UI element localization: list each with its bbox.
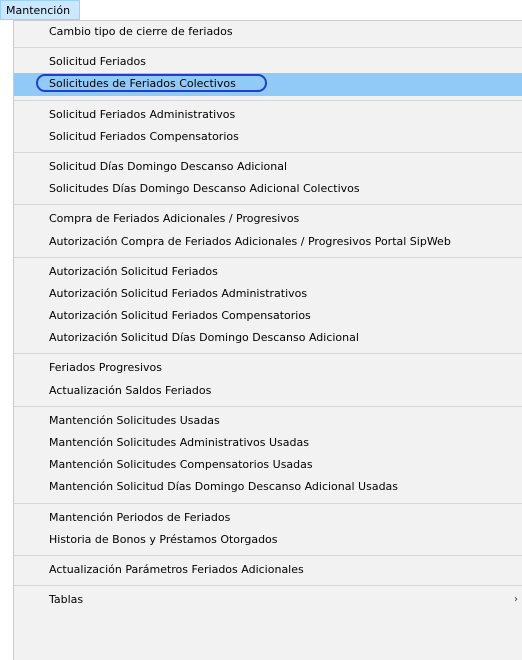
menu-item[interactable]: Solicitudes de Feriados Colectivos [14, 73, 522, 96]
menu-item[interactable]: Cambio tipo de cierre de feriados [14, 21, 522, 43]
menu-item-label: Mantención Solicitudes Compensatorios Us… [49, 458, 313, 472]
menu-item-label: Autorización Solicitud Feriados [49, 264, 218, 278]
menu-item[interactable]: Autorización Solicitud Feriados Administ… [14, 283, 522, 305]
menu-group: Solicitud Feriados Solicitudes de Feriado… [14, 51, 522, 96]
menu-separator [14, 353, 522, 355]
submenu-arrow-icon: › [514, 594, 518, 606]
menu-group: Mantención Periodos de Feriados Historia … [14, 507, 522, 551]
menu-item[interactable]: Mantención Solicitudes Usadas [14, 410, 522, 432]
menu-item[interactable]: Solicitud Feriados [14, 51, 522, 73]
menu-group: Autorización Solicitud Feriados Autorizac… [14, 261, 522, 350]
menu-group: Tablas › [14, 589, 522, 611]
menu-separator [14, 204, 522, 206]
menu-item[interactable]: Actualización Saldos Feriados [14, 380, 522, 402]
menu-item-label: Mantención Solicitudes Usadas [49, 413, 220, 427]
menu-item-label: Solicitud Feriados Compensatorios [49, 129, 239, 143]
menu-item-label: Solicitud Días Domingo Descanso Adiciona… [49, 159, 287, 173]
menu-item[interactable]: Historia de Bonos y Préstamos Otorgados [14, 529, 522, 551]
menu-item-label: Autorización Compra de Feriados Adiciona… [49, 234, 451, 248]
menu-item[interactable]: Autorización Solicitud Feriados Compensa… [14, 305, 522, 327]
menu-item-label: Solicitudes Días Domingo Descanso Adicio… [49, 182, 360, 196]
menu-group: Cambio tipo de cierre de feriados [14, 21, 522, 43]
menu-item-label: Autorización Solicitud Feriados Administ… [49, 286, 308, 300]
menu-separator [14, 585, 522, 587]
menu-item-label: Tablas [49, 593, 84, 607]
menu-item-label: Mantención Solicitudes Administrativos U… [49, 436, 309, 449]
menu-item-label: Mantención Periodos de Feriados [49, 510, 231, 524]
menu-item-label: Compra de Feriados Adicionales / Progres… [49, 212, 300, 226]
menu-item[interactable]: Mantención Solicitud Días Domingo Descan… [14, 476, 522, 498]
menu-item[interactable]: Mantención Periodos de Feriados [14, 507, 522, 529]
menu-item-label: Solicitud Feriados Administrativos [49, 107, 236, 121]
menu-item-label: Autorización Solicitud Feriados Compensa… [49, 309, 311, 323]
menu-item-label: Autorización Solicitud Días Domingo Desc… [49, 331, 359, 345]
menu-item-label: Historia de Bonos y Préstamos Otorgados [49, 532, 278, 546]
menu-item[interactable]: Autorización Solicitud Días Domingo Desc… [14, 327, 522, 349]
menu-item-label: Solicitud Feriados [49, 55, 146, 69]
menu-separator [14, 151, 522, 153]
menu-item-label: Actualización Parámetros Feriados Adicio… [49, 562, 304, 576]
menu-item[interactable]: Mantención Solicitudes Compensatorios Us… [14, 454, 522, 476]
menu-item-label: Mantención Solicitud Días Domingo Descan… [49, 480, 399, 494]
menu-item-label: Feriados Progresivos [49, 361, 162, 375]
menu-separator [14, 256, 522, 258]
menu-group: Feriados Progresivos Actualización Saldos… [14, 357, 522, 401]
menu-item[interactable]: Feriados Progresivos [14, 357, 522, 379]
menu-item[interactable]: Solicitudes Días Domingo Descanso Adicio… [14, 178, 522, 200]
menu-bar: Mantención [0, 0, 522, 20]
menu-item[interactable]: Mantención Solicitudes Administrativos U… [14, 432, 522, 454]
menu-group: Actualización Parámetros Feriados Adicio… [14, 559, 522, 581]
menu-group: Compra de Feriados Adicionales / Progres… [14, 208, 522, 252]
menu-separator [14, 99, 522, 101]
menu-item-label: Actualización Saldos Feriados [49, 383, 212, 397]
menu-separator [14, 554, 522, 556]
menu-item[interactable]: Autorización Solicitud Feriados [14, 261, 522, 283]
menu-item[interactable]: Autorización Compra de Feriados Adiciona… [14, 231, 522, 253]
menu-separator [14, 47, 522, 49]
dropdown-menu: Cambio tipo de cierre de feriados Solicit… [13, 20, 522, 660]
menu-group: Solicitud Días Domingo Descanso Adiciona… [14, 156, 522, 200]
menu-group: Mantención Solicitudes Usadas Mantención … [14, 410, 522, 499]
menu-item-label: Cambio tipo de cierre de feriados [49, 25, 233, 38]
menu-item[interactable]: Compra de Feriados Adicionales / Progres… [14, 208, 522, 230]
menu-item[interactable]: Solicitud Días Domingo Descanso Adiciona… [14, 156, 522, 178]
menu-item[interactable]: Solicitud Feriados Administrativos [14, 104, 522, 126]
menu-group: Solicitud Feriados Administrativos Solici… [14, 104, 522, 148]
menu-item[interactable]: Actualización Parámetros Feriados Adicio… [14, 559, 522, 581]
menu-separator [14, 502, 522, 504]
menu-mantencion[interactable]: Mantención [0, 0, 81, 20]
menu-item[interactable]: Tablas › [14, 589, 522, 611]
menu-separator [14, 405, 522, 407]
menu-item-label: Solicitudes de Feriados Colectivos [49, 77, 236, 91]
menu-item[interactable]: Solicitud Feriados Compensatorios [14, 126, 522, 148]
